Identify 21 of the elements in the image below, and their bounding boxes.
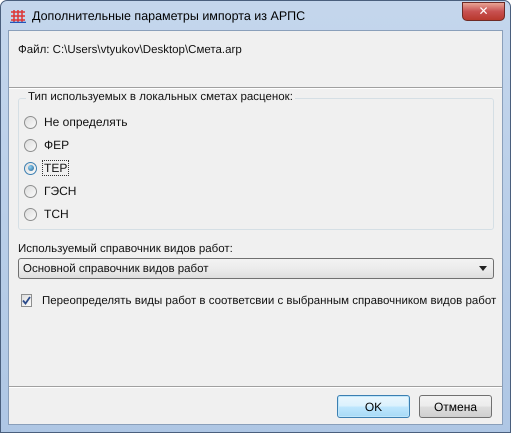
group-title: Тип используемых в локальных сметах расценок: — [26, 91, 295, 103]
radio-button[interactable] — [24, 116, 37, 128]
radio-button[interactable] — [24, 138, 37, 152]
radio-option[interactable]: ФЕР — [24, 136, 72, 154]
app-icon — [10, 8, 26, 22]
window-title: Дополнительные параметры импорта из АРПС — [32, 8, 306, 22]
radio-button[interactable] — [24, 208, 37, 220]
directory-dropdown[interactable]: Основной справочник видов работ — [18, 258, 494, 279]
radio-option[interactable]: Не определять — [24, 113, 130, 131]
checkbox-label: Переопределять виды работ в соответсвии с выбранным справочником видов работ — [42, 294, 496, 306]
radio-button[interactable] — [24, 162, 37, 174]
file-path-label: Файл: C:\Users\vtyukov\Desktop\Смета.arp — [18, 44, 243, 56]
radio-option[interactable]: ТСН — [24, 205, 71, 223]
close-button[interactable]: ✕ — [462, 2, 505, 20]
directory-label: Используемый справочник видов работ: — [18, 243, 234, 255]
radio-option[interactable]: ГЭСН — [24, 182, 78, 200]
dialog-button[interactable]: OK — [337, 395, 410, 418]
radio-button[interactable] — [24, 184, 37, 198]
checkbox[interactable] — [21, 294, 32, 307]
dialog-button[interactable]: Отмена — [419, 395, 492, 418]
dropdown-arrow-icon[interactable] — [479, 266, 487, 271]
